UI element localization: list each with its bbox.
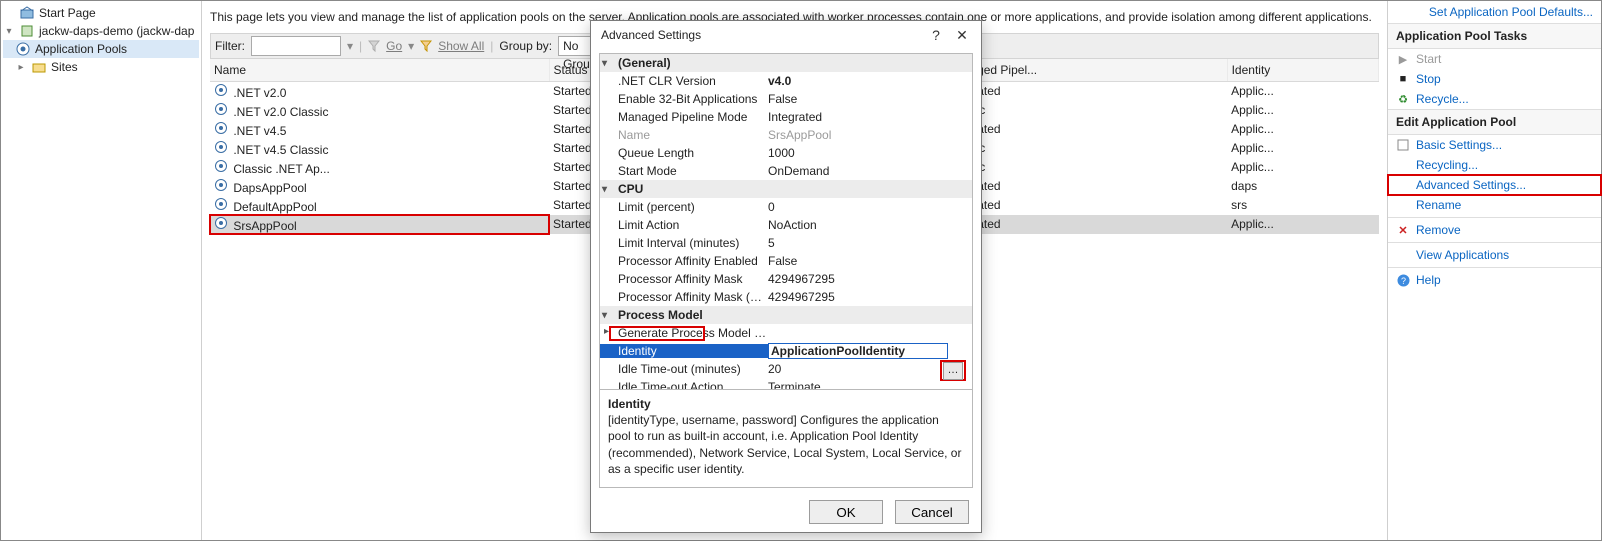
svg-text:?: ?	[1400, 276, 1405, 286]
property-row[interactable]: Start ModeOnDemand	[600, 162, 972, 180]
app-pools-icon	[15, 41, 31, 57]
tree-label: Application Pools	[35, 42, 127, 56]
action-label: Start	[1416, 52, 1441, 66]
category-row[interactable]: ▾Process Model	[600, 306, 972, 324]
stop-action[interactable]: ■ Stop	[1388, 69, 1601, 89]
col-name[interactable]: Name	[210, 59, 549, 81]
property-row[interactable]: ▸Generate Process Model Event L	[600, 324, 972, 342]
start-action: ▶ Start	[1388, 49, 1601, 69]
tree-start-page[interactable]: Start Page	[3, 4, 199, 22]
category-row[interactable]: ▾CPU	[600, 180, 972, 198]
property-grid[interactable]: ▾(General).NET CLR Versionv4.0Enable 32-…	[600, 54, 972, 389]
app-pool-icon	[214, 159, 230, 173]
property-row[interactable]: Queue Length1000	[600, 144, 972, 162]
show-all-link[interactable]: Show All	[438, 39, 484, 53]
recycle-action[interactable]: ♻ Recycle...	[1388, 89, 1601, 109]
show-all-icon	[420, 40, 432, 52]
ok-button[interactable]: OK	[809, 500, 883, 524]
connections-tree: Start Page ▾ jackw-daps-demo (jackw-dap …	[1, 1, 202, 540]
view-apps-action[interactable]: View Applications	[1388, 245, 1601, 265]
set-defaults-link[interactable]: Set Application Pool Defaults...	[1429, 5, 1593, 19]
help-button[interactable]: ?	[923, 27, 949, 43]
actions-pane: Set Application Pool Defaults... Applica…	[1387, 1, 1601, 540]
col-pipeline[interactable]: Managed Pipel...	[943, 59, 1228, 81]
action-label[interactable]: Recycle...	[1416, 92, 1469, 106]
property-row[interactable]: Processor Affinity Mask (64-bit o4294967…	[600, 288, 972, 306]
chevron-down-icon: ▾	[602, 184, 614, 195]
col-identity[interactable]: Identity	[1227, 59, 1378, 81]
app-pool-icon	[214, 102, 230, 116]
dropdown-icon[interactable]: ▾	[347, 39, 353, 53]
action-label[interactable]: Basic Settings...	[1416, 138, 1502, 152]
tree-sites[interactable]: ▸ Sites	[3, 58, 199, 76]
description-heading: Identity	[608, 396, 964, 412]
action-label[interactable]: View Applications	[1416, 248, 1509, 262]
home-icon	[19, 5, 35, 21]
app-pool-icon	[214, 121, 230, 135]
action-label[interactable]: Help	[1416, 273, 1441, 287]
expander-icon[interactable]: ▾	[3, 26, 15, 37]
tree-label: jackw-daps-demo (jackw-dap	[39, 24, 194, 38]
property-row[interactable]: Limit (percent)0	[600, 198, 972, 216]
funnel-icon	[368, 40, 380, 52]
expander-icon[interactable]: ▸	[15, 62, 27, 73]
basic-settings-action[interactable]: Basic Settings...	[1388, 135, 1601, 155]
filter-input[interactable]	[251, 36, 341, 56]
doc-icon	[1396, 138, 1410, 152]
chevron-down-icon: ▾	[602, 58, 614, 69]
property-row[interactable]: Managed Pipeline ModeIntegrated	[600, 108, 972, 126]
action-label[interactable]: Rename	[1416, 198, 1461, 212]
property-row[interactable]: Idle Time-out ActionTerminate	[600, 378, 972, 389]
remove-icon: ✕	[1396, 223, 1410, 237]
app-pool-icon	[214, 197, 230, 211]
property-row[interactable]: IdentityApplicationPoolIdentity	[600, 342, 972, 360]
description-body: [identityType, username, password] Confi…	[608, 412, 964, 477]
property-row[interactable]: Processor Affinity EnabledFalse	[600, 252, 972, 270]
category-row[interactable]: ▾(General)	[600, 54, 972, 72]
play-icon: ▶	[1396, 52, 1410, 66]
go-link[interactable]: Go	[386, 39, 402, 53]
action-label[interactable]: Remove	[1416, 223, 1461, 237]
identity-browse-button[interactable]: …	[943, 362, 963, 380]
app-pool-icon	[214, 140, 230, 154]
tasks-header: Application Pool Tasks	[1388, 23, 1601, 49]
description-pane: Identity [identityType, username, passwo…	[600, 389, 972, 487]
property-row[interactable]: Processor Affinity Mask4294967295	[600, 270, 972, 288]
action-label[interactable]: Recycling...	[1416, 158, 1478, 172]
property-row[interactable]: Idle Time-out (minutes)20	[600, 360, 972, 378]
app-pool-icon	[214, 178, 230, 192]
property-row[interactable]: .NET CLR Versionv4.0	[600, 72, 972, 90]
help-icon: ?	[1396, 273, 1410, 287]
property-row[interactable]: Limit ActionNoAction	[600, 216, 972, 234]
app-pool-icon	[214, 83, 230, 97]
recycle-icon: ♻	[1396, 92, 1410, 106]
property-row[interactable]: NameSrsAppPool	[600, 126, 972, 144]
stop-icon: ■	[1396, 72, 1410, 86]
action-label[interactable]: Stop	[1416, 72, 1441, 86]
advanced-settings-dialog: Advanced Settings ? ✕ ▾(General).NET CLR…	[590, 20, 982, 533]
recycling-action[interactable]: Recycling...	[1388, 155, 1601, 175]
edit-header: Edit Application Pool	[1388, 109, 1601, 135]
property-row[interactable]: Enable 32-Bit ApplicationsFalse	[600, 90, 972, 108]
cancel-button[interactable]: Cancel	[895, 500, 969, 524]
filter-label: Filter:	[215, 39, 245, 53]
folder-icon	[31, 59, 47, 75]
advanced-settings-action[interactable]: Advanced Settings...	[1388, 175, 1601, 195]
server-icon	[19, 23, 35, 39]
tree-label: Sites	[51, 60, 78, 74]
chevron-down-icon: ▾	[602, 310, 614, 321]
help-action[interactable]: ? Help	[1388, 270, 1601, 290]
remove-action[interactable]: ✕ Remove	[1388, 220, 1601, 240]
rename-action[interactable]: Rename	[1388, 195, 1601, 215]
group-by-label: Group by:	[499, 39, 552, 53]
dialog-title: Advanced Settings	[601, 28, 923, 42]
close-icon[interactable]: ✕	[949, 27, 975, 44]
action-label[interactable]: Advanced Settings...	[1416, 178, 1526, 192]
tree-label: Start Page	[39, 6, 96, 20]
tree-app-pools[interactable]: Application Pools	[3, 40, 199, 58]
app-pool-icon	[214, 216, 230, 230]
tree-server[interactable]: ▾ jackw-daps-demo (jackw-dap	[3, 22, 199, 40]
property-row[interactable]: Limit Interval (minutes)5	[600, 234, 972, 252]
